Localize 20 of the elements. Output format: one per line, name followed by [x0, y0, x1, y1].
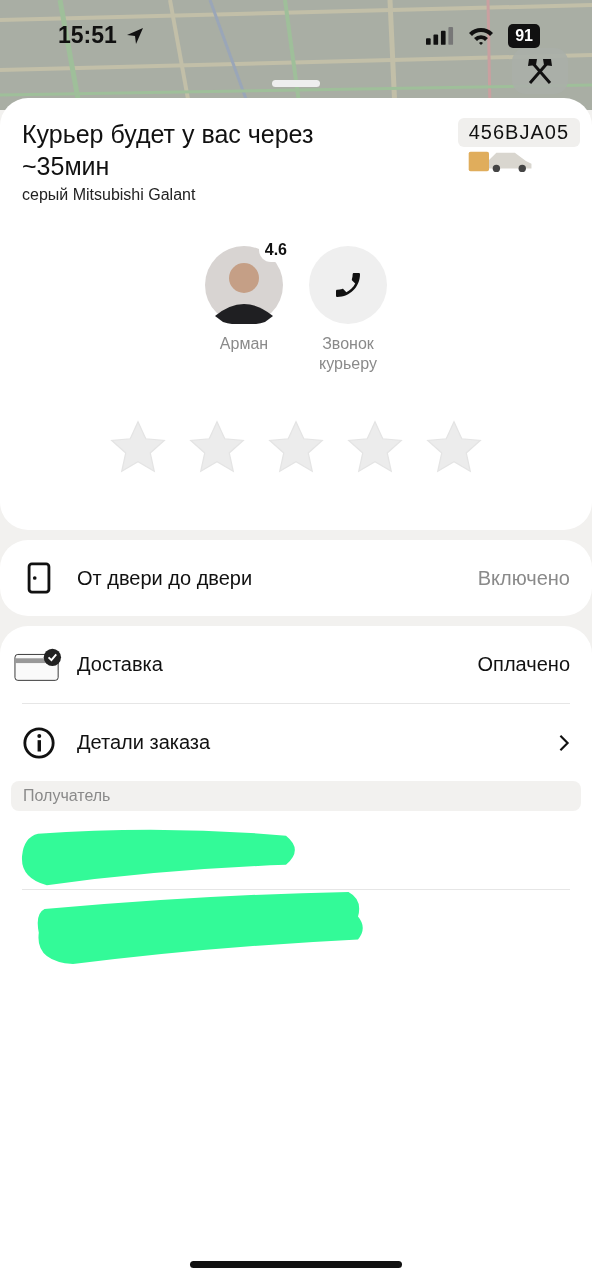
car-with-box-icon	[467, 149, 534, 173]
contact-label: Арман	[218, 334, 270, 354]
order-row[interactable]: Детали заказа	[0, 704, 592, 781]
chevron-right-icon	[558, 733, 570, 752]
license-plate: 456BJA05	[457, 118, 580, 147]
car-description: серый Mitsubishi Galant	[22, 186, 197, 204]
battery-level: 91	[508, 23, 540, 48]
signal-icon	[426, 26, 455, 45]
contact-label: Звонок курьеру	[318, 334, 378, 374]
option-row[interactable]: От двери до двери Включено	[0, 540, 592, 616]
info-icon	[22, 725, 56, 760]
eta-title: Курьер будет у вас через ~35мин	[22, 119, 315, 182]
crossed-flags-button[interactable]	[512, 48, 568, 94]
clock-time: 15:51	[58, 22, 117, 49]
order-row[interactable]: Доставка Оплачено	[0, 626, 592, 703]
section-header: Получатель	[11, 781, 581, 811]
crossed-flags-icon[interactable]	[525, 56, 555, 86]
wifi-icon	[468, 25, 495, 46]
drag-handle[interactable]	[272, 80, 320, 87]
paid-card-icon	[14, 647, 62, 682]
